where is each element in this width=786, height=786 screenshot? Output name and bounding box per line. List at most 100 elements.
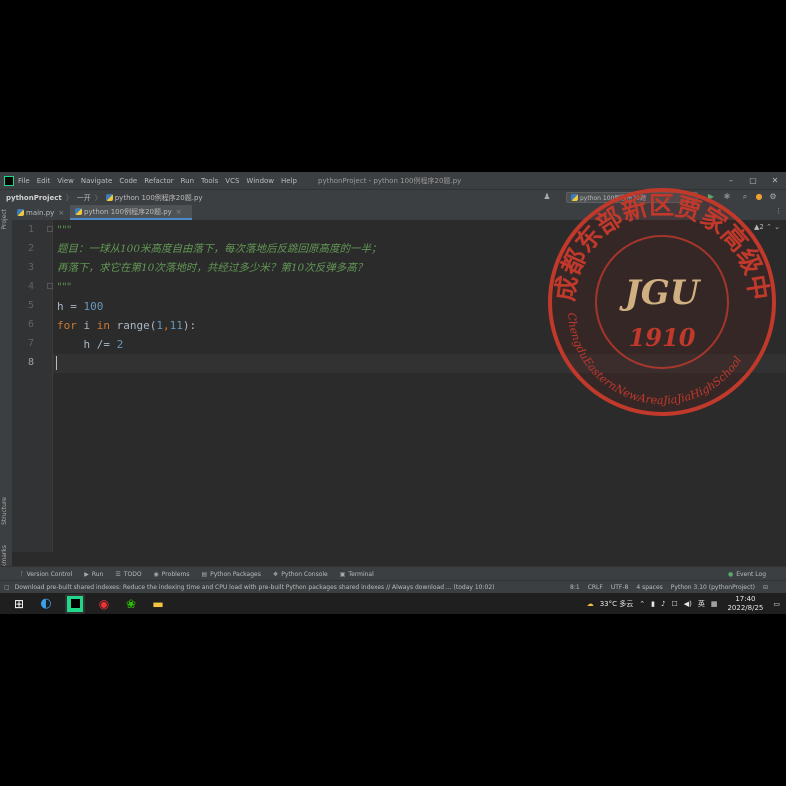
code-token: ,: [162, 319, 170, 332]
problems-icon: ◉: [153, 570, 159, 578]
docstring-delimiter: """: [57, 224, 72, 236]
network-icon[interactable]: ☐: [671, 600, 677, 608]
seal-logo: JGU: [619, 273, 702, 313]
tool-terminal[interactable]: ▣ Terminal: [340, 571, 374, 578]
menu-refactor[interactable]: Refactor: [144, 177, 173, 185]
breadcrumb-file-label: python 100例程序20题.py: [114, 193, 203, 202]
left-tool-strip: Project Structure Bookmarks: [0, 205, 12, 579]
code-token: range(: [110, 319, 157, 332]
tab-close-button[interactable]: ×: [58, 209, 64, 217]
line-number: 8: [27, 357, 34, 368]
python-interpreter[interactable]: Python 3.10 (pythonProject): [671, 584, 755, 591]
package-icon: ▤: [201, 570, 208, 578]
screen-recorder-icon[interactable]: ◉: [96, 596, 112, 612]
menu-edit[interactable]: Edit: [37, 177, 51, 185]
menu-navigate[interactable]: Navigate: [81, 177, 112, 185]
run-icon: ▶: [84, 570, 89, 578]
menu-help[interactable]: Help: [281, 177, 297, 185]
lock-icon[interactable]: ⊟: [763, 584, 768, 591]
ime-mode-icon[interactable]: ▦: [711, 600, 718, 608]
menu-window[interactable]: Window: [246, 177, 274, 185]
volume-icon[interactable]: ◀): [684, 600, 692, 608]
chevron-up-icon[interactable]: ⌃: [639, 600, 645, 608]
tool-todo[interactable]: ☰ TODO: [115, 571, 141, 578]
code-token: h /=: [57, 338, 117, 351]
code-token: =: [63, 300, 84, 313]
python-file-icon: [105, 194, 113, 201]
tab-main-py[interactable]: main.py ×: [12, 205, 70, 220]
system-tray: ☁ 33°C 多云 ⌃ ▮ ♪ ☐ ◀) 英 ▦ 17:40 2022/8/25…: [581, 593, 780, 614]
docstring-text: 题目：一球从100米高度自由落下，每次落地后反跳回原高度的一半；: [57, 243, 382, 255]
file-explorer-icon[interactable]: ▬: [150, 596, 166, 612]
code-token: h: [57, 300, 64, 313]
code-token: i: [76, 319, 97, 332]
weather-text[interactable]: 33°C 多云: [600, 599, 634, 609]
text-caret: [56, 356, 57, 370]
caret-position[interactable]: 8:1: [570, 584, 580, 591]
ime-indicator[interactable]: 英: [698, 599, 705, 609]
tool-label: Terminal: [348, 570, 374, 578]
clock-date: 2022/8/25: [727, 603, 764, 612]
layout-icon[interactable]: ▢: [4, 584, 10, 591]
docstring-delimiter: """: [57, 281, 72, 293]
event-log-icon: ●: [727, 570, 734, 578]
tool-problems[interactable]: ◉ Problems: [154, 571, 190, 578]
docstring-text: 再落下，求它在第10次落地时，共经过多少米？第10次反弹多高？: [57, 262, 368, 274]
tool-label: Python Console: [281, 570, 328, 578]
code-line-6: for i in range(1,11):: [57, 316, 196, 335]
indent-setting[interactable]: 4 spaces: [636, 584, 662, 591]
pycharm-taskbar-icon[interactable]: [65, 593, 85, 614]
tool-run[interactable]: ▶ Run: [84, 571, 103, 578]
breadcrumb-separator: 〉: [65, 193, 73, 202]
tool-version-control[interactable]: ᚴ Version Control: [20, 571, 72, 578]
battery-icon[interactable]: ▮: [651, 600, 655, 608]
tool-label: TODO: [123, 570, 142, 578]
line-number: 4: [27, 281, 34, 292]
mic-icon[interactable]: ♪: [661, 600, 665, 608]
school-seal-watermark: 成都东部新区贾家高级中学 ChengduEasternNewAreaJiaJia…: [546, 186, 776, 416]
menu-view[interactable]: View: [57, 177, 74, 185]
code-line-2: 题目：一球从100米高度自由落下，每次落地后反跳回原高度的一半；: [57, 239, 382, 258]
line-number-gutter: 1 2 3 4 5 6 7 8: [12, 220, 53, 552]
menu-tools[interactable]: Tools: [201, 177, 218, 185]
status-message[interactable]: Download pre-built shared indexes: Reduc…: [15, 584, 495, 591]
structure-tool-tab[interactable]: Structure: [1, 497, 8, 525]
windows-start-icon[interactable]: ⊞: [11, 596, 27, 612]
notification-icon[interactable]: ▭: [773, 600, 780, 608]
breadcrumb-folder[interactable]: 一开: [77, 193, 91, 203]
edge-browser-icon[interactable]: ◐: [38, 596, 54, 612]
line-number: 5: [27, 300, 34, 311]
tool-label: Run: [91, 570, 104, 578]
tab-python-100-20[interactable]: python 100例程序20题.py ×: [70, 205, 192, 220]
menu-file[interactable]: File: [18, 177, 30, 185]
code-line-3: 再落下，求它在第10次落地时，共经过多少米？第10次反弹多高？: [57, 258, 367, 277]
list-icon: ☰: [115, 570, 121, 578]
menu-code[interactable]: Code: [119, 177, 137, 185]
breadcrumb-separator: 〉: [94, 193, 102, 202]
event-log-label: Event Log: [736, 570, 766, 578]
line-number: 3: [27, 262, 34, 273]
line-number: 2: [27, 243, 34, 254]
event-log-button[interactable]: ● Event Log: [728, 567, 766, 581]
clock[interactable]: 17:40 2022/8/25: [727, 595, 763, 613]
tab-label: python 100例程序20题.py: [84, 207, 172, 216]
terminal-icon: ▣: [339, 570, 346, 578]
code-token: ):: [182, 319, 197, 332]
tool-python-packages[interactable]: ▤ Python Packages: [201, 571, 260, 578]
line-separator[interactable]: CRLF: [588, 584, 603, 591]
clock-time: 17:40: [735, 594, 756, 603]
tool-label: Problems: [161, 570, 190, 578]
tool-window-bar: ᚴ Version Control ▶ Run ☰ TODO ◉ Problems ▤ P…: [0, 566, 786, 581]
menu-run[interactable]: Run: [181, 177, 194, 185]
breadcrumb-project[interactable]: pythonProject: [6, 194, 62, 202]
code-token: for: [57, 319, 77, 332]
tool-python-console[interactable]: ❖ Python Console: [273, 571, 328, 578]
menu-vcs[interactable]: VCS: [225, 177, 239, 185]
breadcrumb-file[interactable]: python 100例程序20题.py: [105, 193, 203, 203]
tool-label: Python Packages: [210, 570, 261, 578]
code-token: in: [96, 319, 110, 332]
file-encoding[interactable]: UTF-8: [611, 584, 629, 591]
tab-close-button[interactable]: ×: [176, 208, 182, 216]
wechat-icon[interactable]: ❀: [123, 596, 139, 612]
project-tool-tab[interactable]: Project: [1, 209, 8, 230]
